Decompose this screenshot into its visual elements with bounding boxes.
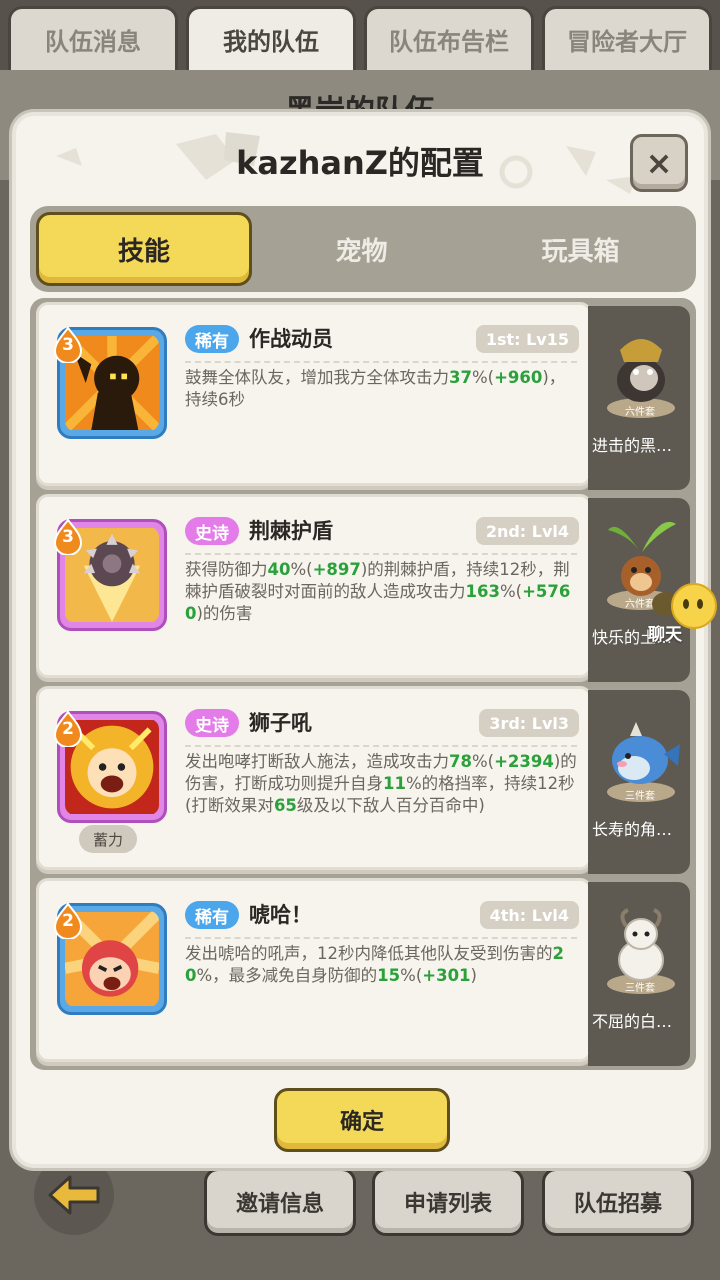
skill-value: +2394 <box>494 752 554 771</box>
config-tab-bar: 技能 宠物 玩具箱 <box>30 206 696 292</box>
dashed-divider <box>185 745 577 747</box>
skill-value: +960 <box>494 368 543 387</box>
skill-level-number: 3 <box>62 335 74 355</box>
skill-description-text: 发出咆哮打断敌人施法，造成攻击力 <box>185 752 449 771</box>
invite-info-button[interactable]: 邀请信息 <box>204 1168 356 1236</box>
tab-skills[interactable]: 技能 <box>36 212 252 286</box>
pet-card[interactable]: 三件套不屈的白… <box>588 882 690 1066</box>
pet-set-label: 三件套 <box>625 983 655 994</box>
skill-name: 荆棘护盾 <box>249 519 333 543</box>
skill-description-text: )的伤害 <box>196 604 253 623</box>
skill-description: 发出唬哈的吼声，12秒内降低其他队友受到伤害的20%，最多减免自身防御的15%(… <box>185 943 579 987</box>
skill-list[interactable]: 3 稀有 作战动员 1st: Lv15 鼓舞全体队友，增加我方全体攻击力37%(+960… <box>30 298 696 1070</box>
skill-charge-tag: 蓄力 <box>79 825 137 853</box>
skill-description-text: 发出唬哈的吼声，12秒内降低其他队友受到伤害的 <box>185 944 553 963</box>
pet-set-label: 三件套 <box>625 791 655 802</box>
skill-card[interactable]: 2 稀有 唬哈！ 4th: Lvl4 发出唬哈的吼声，12秒内降低其他队友受到伤害的20… <box>36 878 592 1062</box>
config-dialog: kazhanZ的配置 × 技能 宠物 玩具箱 3 稀有 作战动员 1st: Lv15 鼓… <box>12 112 708 1168</box>
tab-pets[interactable]: 宠物 <box>252 212 471 286</box>
dashed-divider <box>185 937 577 939</box>
skill-description-text: 鼓舞全体队友，增加我方全体攻击力 <box>185 368 449 387</box>
dashed-divider <box>185 361 577 363</box>
skill-description-text: ) <box>470 966 477 985</box>
skill-description-text: %( <box>471 752 495 771</box>
skill-value: 11 <box>383 774 406 793</box>
skill-rank-badge: 4th: Lvl4 <box>479 901 579 929</box>
pet-card[interactable]: 三件套长寿的角… <box>588 690 690 874</box>
skill-description-text: %( <box>290 560 313 579</box>
skill-value: 65 <box>273 796 297 815</box>
skill-level-number: 3 <box>62 527 74 547</box>
team-recruit-button[interactable]: 队伍招募 <box>542 1168 694 1236</box>
skill-value: 40 <box>267 560 291 579</box>
tab-team-messages[interactable]: 队伍消息 <box>8 6 178 70</box>
rarity-badge: 稀有 <box>185 901 239 929</box>
skill-description-text: %( <box>499 582 523 601</box>
dashed-divider <box>185 553 577 555</box>
skill-value: +897 <box>312 560 361 579</box>
skill-value: 78 <box>449 752 472 771</box>
skill-value: 15 <box>377 966 401 985</box>
rarity-badge: 史诗 <box>185 709 239 737</box>
team-tab-bar: 队伍消息 我的队伍 队伍布告栏 冒险者大厅 <box>0 0 720 70</box>
skill-name: 狮子吼 <box>249 711 312 735</box>
skill-card[interactable]: 3 史诗 荆棘护盾 2nd: Lvl4 获得防御力40%(+897)的荆棘护盾，持续12… <box>36 494 592 678</box>
pet-set-label: 六件套 <box>625 407 655 418</box>
pet-name: 长寿的角… <box>592 820 673 839</box>
skill-description-text: 级及以下敌人百分百命中) <box>296 796 485 815</box>
close-button[interactable]: × <box>630 134 688 192</box>
skill-value: 37 <box>449 368 472 387</box>
tab-team-board[interactable]: 队伍布告栏 <box>364 6 534 70</box>
skill-description-text: %( <box>471 368 495 387</box>
pet-card[interactable]: 六件套进击的黑… <box>588 306 690 490</box>
dialog-title: kazhanZ的配置 <box>236 144 484 182</box>
skill-rank-badge: 3rd: Lvl3 <box>479 709 579 737</box>
skill-card[interactable]: 2 蓄力 史诗 狮子吼 3rd: Lvl3 发出咆哮打断敌人施法，造成攻击力78%(+23… <box>36 686 592 870</box>
skill-value: 163 <box>465 582 500 601</box>
close-icon: × <box>645 144 673 182</box>
skill-name: 作战动员 <box>249 327 333 351</box>
pet-name: 不屈的白… <box>592 1012 673 1031</box>
skill-rank-badge: 2nd: Lvl4 <box>475 517 579 545</box>
skill-description-text: 获得防御力 <box>185 560 268 579</box>
skill-description-text: %( <box>400 966 423 985</box>
chat-label[interactable]: 聊天 <box>648 620 682 645</box>
skill-description: 鼓舞全体队友，增加我方全体攻击力37%(+960)，持续6秒 <box>185 367 579 411</box>
skill-description: 发出咆哮打断敌人施法，造成攻击力78%(+2394)的伤害，打断成功则提升自身1… <box>185 751 579 817</box>
skill-name: 唬哈！ <box>249 903 312 927</box>
skill-description: 获得防御力40%(+897)的荆棘护盾，持续12秒，荆棘护盾破裂时对面前的敌人造… <box>185 559 579 625</box>
skill-value: +301 <box>422 966 471 985</box>
back-arrow-icon <box>48 1175 100 1215</box>
tab-toybox[interactable]: 玩具箱 <box>471 212 690 286</box>
tab-my-team[interactable]: 我的队伍 <box>186 6 356 70</box>
skill-level-number: 2 <box>62 911 74 931</box>
skill-description-text: %，最多减免自身防御的 <box>196 966 378 985</box>
skill-rank-badge: 1st: Lv15 <box>475 325 579 353</box>
apply-list-button[interactable]: 申请列表 <box>372 1168 524 1236</box>
tab-adventurer-hall[interactable]: 冒险者大厅 <box>542 6 712 70</box>
skill-card[interactable]: 3 稀有 作战动员 1st: Lv15 鼓舞全体队友，增加我方全体攻击力37%(+960… <box>36 302 592 486</box>
rarity-badge: 稀有 <box>185 325 239 353</box>
rarity-badge: 史诗 <box>185 517 239 545</box>
confirm-button[interactable]: 确定 <box>274 1088 450 1152</box>
pet-name: 进击的黑… <box>592 436 673 455</box>
skill-level-number: 2 <box>62 719 74 739</box>
